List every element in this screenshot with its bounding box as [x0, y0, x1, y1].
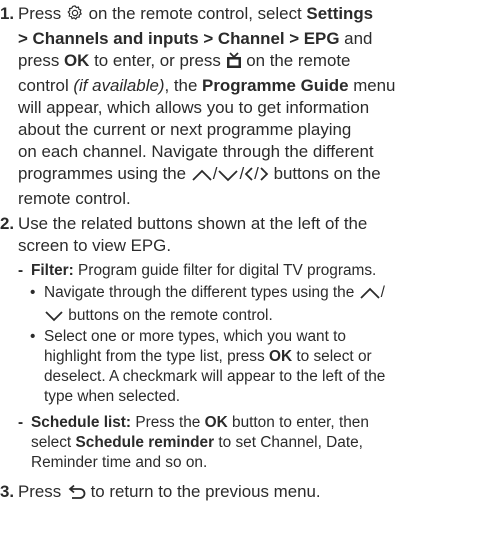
arrow-down-icon — [44, 309, 64, 329]
back-return-icon — [66, 484, 86, 506]
step-1-text: Press on the remote control, select Sett… — [18, 4, 396, 208]
step-number: 2. — [0, 214, 15, 233]
arrow-up-icon — [191, 166, 213, 188]
settings-gear-icon — [66, 4, 84, 28]
tv-guide-icon — [226, 52, 242, 75]
arrow-up-icon — [359, 286, 381, 306]
arrow-down-icon — [217, 166, 239, 188]
step-2-text: Use the related buttons shown at the lef… — [18, 214, 368, 255]
arrow-left-icon — [244, 166, 254, 188]
step-number: 3. — [0, 482, 15, 501]
arrow-right-icon — [259, 166, 269, 188]
step-number: 1. — [0, 4, 15, 23]
step-3-text: Press to return to the previous menu. — [18, 481, 480, 506]
